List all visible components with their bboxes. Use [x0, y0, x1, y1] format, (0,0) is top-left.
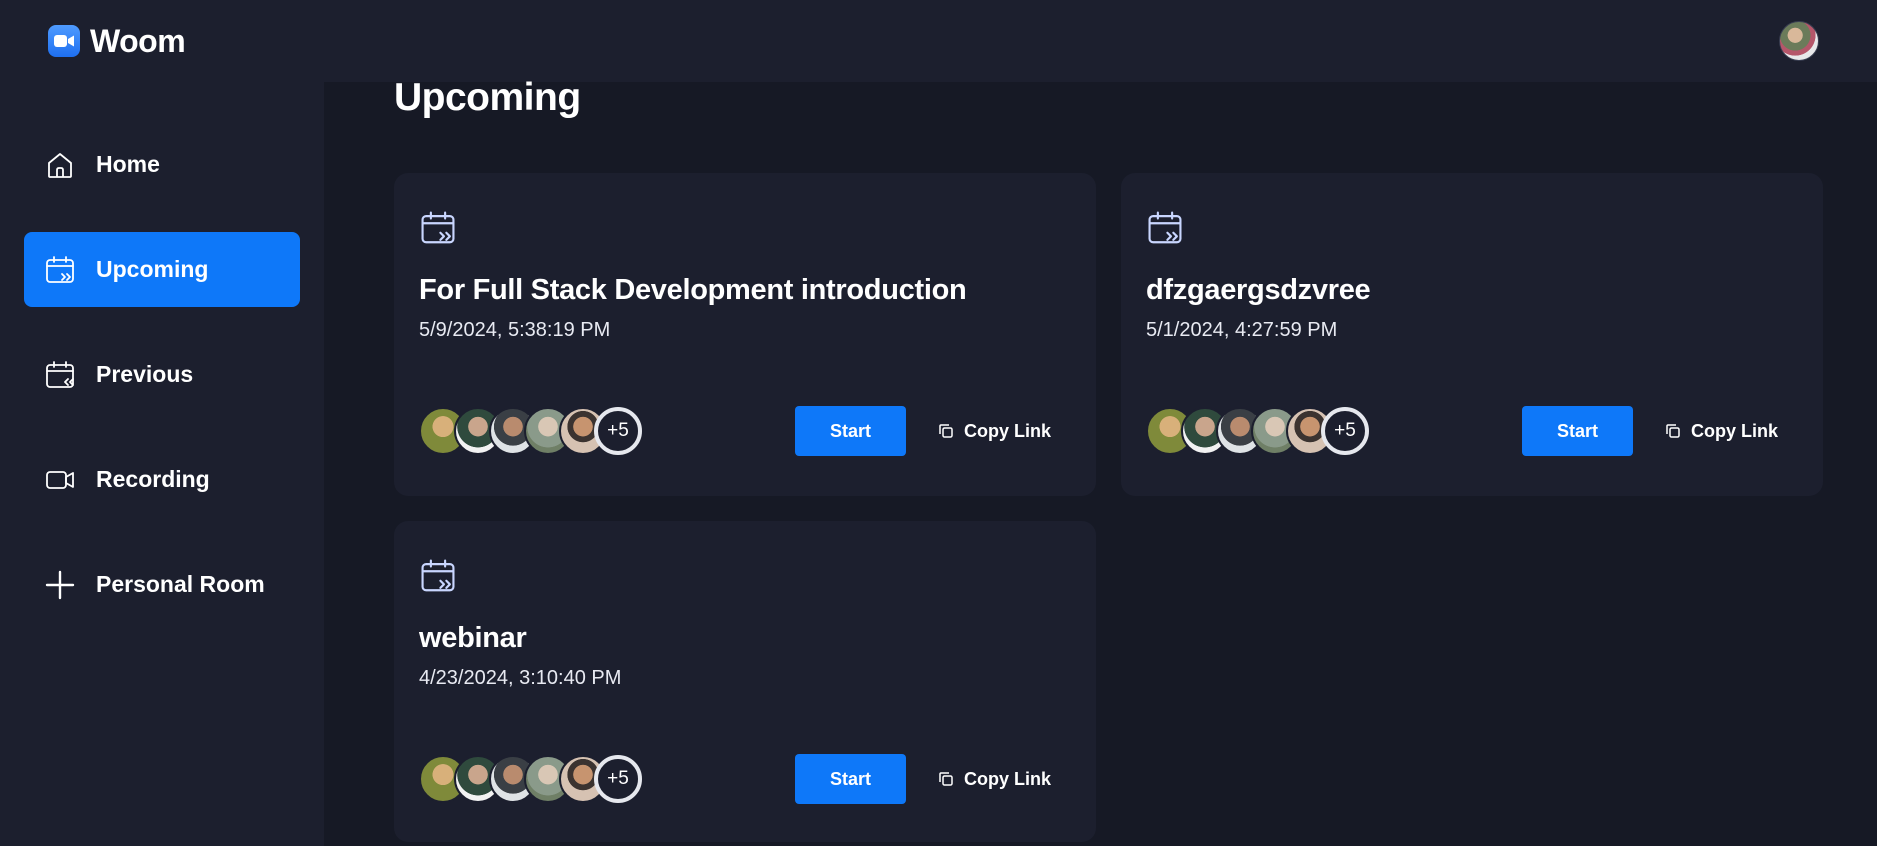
- sidebar-item-label: Previous: [96, 361, 194, 387]
- calendar-next-icon: [46, 255, 74, 283]
- top-bar: Woom: [0, 0, 1877, 82]
- sidebar-item-label: Upcoming: [96, 256, 209, 282]
- copy-icon: [1666, 424, 1680, 438]
- meeting-actions: Start Copy Link: [1521, 406, 1798, 456]
- sidebar-item-recording[interactable]: Recording: [24, 442, 300, 517]
- video-icon: [46, 470, 74, 489]
- sidebar-item-upcoming[interactable]: Upcoming: [24, 232, 300, 307]
- sidebar-item-label: Home: [96, 151, 160, 177]
- main-content: Upcoming For Full Stack Development intr…: [324, 76, 1877, 846]
- meeting-footer: +5 Start Copy Link: [419, 754, 1071, 804]
- copy-link-label: Copy Link: [1690, 420, 1778, 441]
- meeting-date: 5/9/2024, 5:38:19 PM: [419, 319, 611, 341]
- sidebar-item-label: Personal Room: [96, 571, 265, 597]
- calendar-previous-icon: [46, 360, 74, 388]
- attendee-avatars: +5: [1146, 407, 1369, 455]
- more-attendees-badge: +5: [594, 407, 642, 455]
- calendar-next-icon: [1148, 211, 1182, 244]
- meeting-footer: +5 Start Copy Link: [419, 406, 1071, 456]
- sidebar-item-home[interactable]: Home: [24, 127, 300, 202]
- attendee-avatars: +5: [419, 755, 642, 803]
- user-avatar[interactable]: [1779, 21, 1819, 61]
- copy-link-button[interactable]: Copy Link: [925, 754, 1071, 804]
- meeting-title: dfzgaergsdzvree: [1146, 274, 1371, 306]
- meeting-actions: Start Copy Link: [794, 406, 1071, 456]
- sidebar: Home Upcoming Previous Recording Persona…: [0, 82, 324, 846]
- home-icon: [48, 152, 72, 178]
- page-title: Upcoming: [394, 76, 581, 119]
- copy-link-button[interactable]: Copy Link: [925, 406, 1071, 456]
- meeting-card: dfzgaergsdzvree 5/1/2024, 4:27:59 PM +5 …: [1121, 173, 1823, 496]
- copy-link-button[interactable]: Copy Link: [1652, 406, 1798, 456]
- copy-link-label: Copy Link: [963, 420, 1051, 441]
- sidebar-item-personal-room[interactable]: Personal Room: [24, 547, 300, 622]
- brand[interactable]: Woom: [48, 22, 186, 60]
- calendar-next-icon: [421, 211, 455, 244]
- copy-link-label: Copy Link: [963, 768, 1051, 789]
- start-button[interactable]: Start: [794, 406, 906, 456]
- sidebar-item-previous[interactable]: Previous: [24, 337, 300, 412]
- copy-icon: [939, 424, 953, 438]
- video-camera-logo-icon: [48, 25, 80, 57]
- start-button[interactable]: Start: [1521, 406, 1633, 456]
- meeting-card: webinar 4/23/2024, 3:10:40 PM +5 Start C…: [394, 521, 1096, 842]
- calendar-next-icon: [421, 559, 455, 592]
- meeting-card: For Full Stack Development introduction …: [394, 173, 1096, 496]
- meeting-date: 5/1/2024, 4:27:59 PM: [1146, 319, 1338, 341]
- meeting-title: webinar: [419, 622, 527, 654]
- more-attendees-badge: +5: [1321, 407, 1369, 455]
- meeting-actions: Start Copy Link: [794, 754, 1071, 804]
- attendee-avatars: +5: [419, 407, 642, 455]
- brand-name: Woom: [90, 22, 186, 59]
- start-button[interactable]: Start: [794, 754, 906, 804]
- more-attendees-badge: +5: [594, 755, 642, 803]
- meeting-title: For Full Stack Development introduction: [419, 274, 967, 306]
- plus-icon: [45, 570, 75, 599]
- sidebar-item-label: Recording: [96, 466, 210, 492]
- meeting-date: 4/23/2024, 3:10:40 PM: [419, 667, 622, 689]
- meeting-footer: +5 Start Copy Link: [1146, 406, 1798, 456]
- copy-icon: [939, 772, 953, 786]
